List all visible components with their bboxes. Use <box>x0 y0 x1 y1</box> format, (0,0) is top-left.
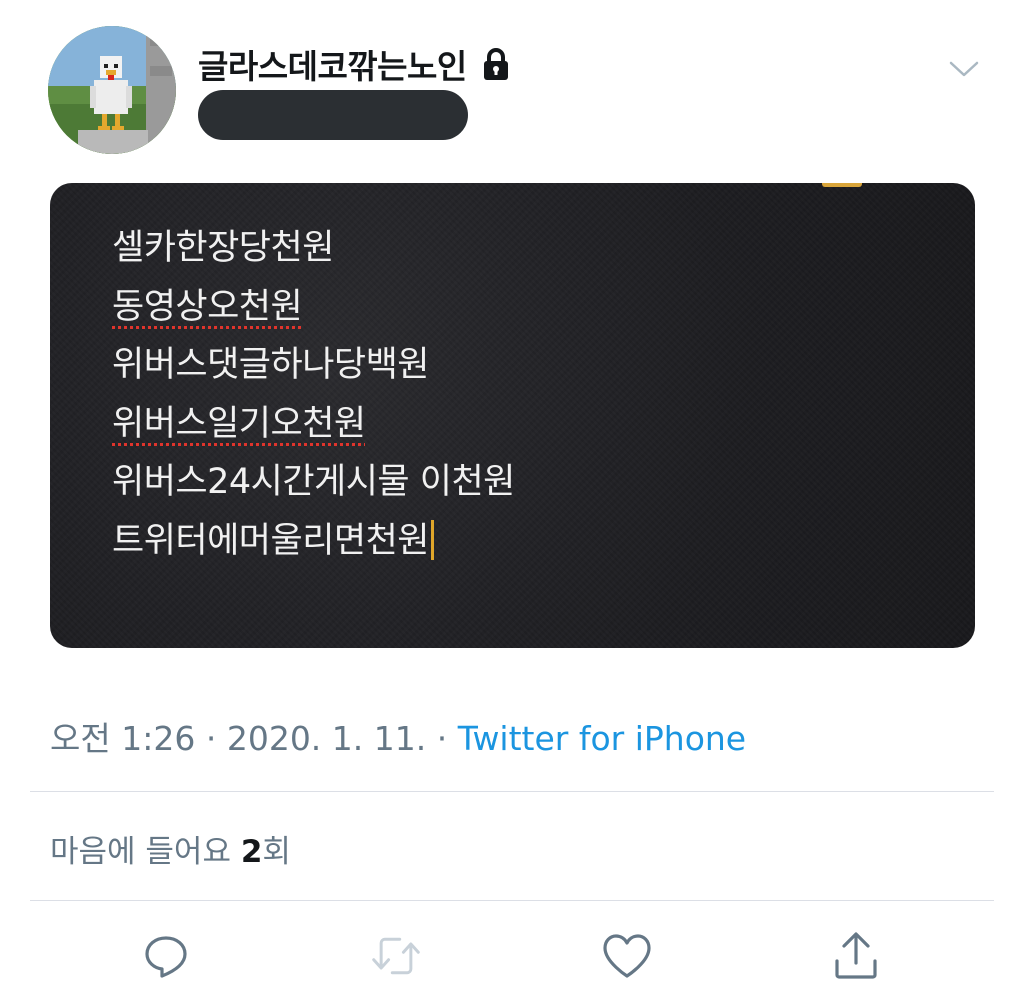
note-line-text: 위버스일기오천원 <box>112 403 366 444</box>
author-handle-redacted <box>198 90 468 140</box>
note-line-text: 위버스댓글하나당백원 <box>112 345 430 385</box>
note-line: 위버스일기오천원 <box>112 395 515 454</box>
note-line-text: 트위터에머울리면천원 <box>112 520 430 561</box>
tweet-source-link[interactable]: Twitter for iPhone <box>458 719 746 758</box>
share-button[interactable] <box>830 930 882 982</box>
note-line: 위버스24시간게시물 이천원 <box>112 453 515 512</box>
chevron-down-icon[interactable] <box>948 58 980 80</box>
heart-icon <box>603 934 651 978</box>
tweet-date[interactable]: 2020. 1. 11. <box>227 719 426 758</box>
tweet-detail: 글라스데코깎는노인 셀카한장당천원 동영상오천원 위버스댓글하나당백원 위버스일… <box>0 0 1024 999</box>
likes-count: 2 <box>240 834 263 870</box>
likes-suffix: 회 <box>262 834 291 870</box>
like-button[interactable] <box>601 930 653 982</box>
share-icon <box>835 932 877 979</box>
note-line: 트위터에머울리면천원 <box>112 512 515 571</box>
note-lines: 셀카한장당천원 동영상오천원 위버스댓글하나당백원 위버스일기오천원 위버스24… <box>112 219 515 570</box>
tweet-time: 오전 1:26 <box>50 719 196 758</box>
likes-count-row[interactable]: 마음에 들어요 2회 <box>50 826 291 871</box>
reply-icon <box>145 936 187 978</box>
media-top-highlight <box>822 183 862 187</box>
meta-separator: · <box>436 719 448 758</box>
note-line: 셀카한장당천원 <box>112 219 515 278</box>
meta-separator: · <box>205 719 217 758</box>
tweet-meta: 오전 1:26 · 2020. 1. 11. · Twitter for iPh… <box>50 712 746 760</box>
note-line-text: 셀카한장당천원 <box>112 228 334 268</box>
note-line: 위버스댓글하나당백원 <box>112 336 515 395</box>
lock-icon <box>483 48 508 80</box>
tweet-media-image[interactable]: 셀카한장당천원 동영상오천원 위버스댓글하나당백원 위버스일기오천원 위버스24… <box>50 183 975 648</box>
avatar[interactable] <box>48 26 176 154</box>
reply-button[interactable] <box>140 930 192 982</box>
note-line: 동영상오천원 <box>112 278 515 337</box>
retweet-button[interactable] <box>370 930 422 982</box>
retweet-icon <box>372 937 420 975</box>
pixel-chicken-avatar-icon <box>48 26 176 154</box>
divider <box>30 900 994 901</box>
note-line-text: 위버스24시간게시물 이천원 <box>112 462 515 502</box>
author-display-name-row[interactable]: 글라스데코깎는노인 <box>198 40 511 88</box>
note-line-text: 동영상오천원 <box>112 286 303 327</box>
text-caret <box>431 519 435 560</box>
divider <box>30 791 994 792</box>
author-display-name[interactable]: 글라스데코깎는노인 <box>198 40 467 88</box>
likes-label: 마음에 들어요 <box>50 834 231 870</box>
